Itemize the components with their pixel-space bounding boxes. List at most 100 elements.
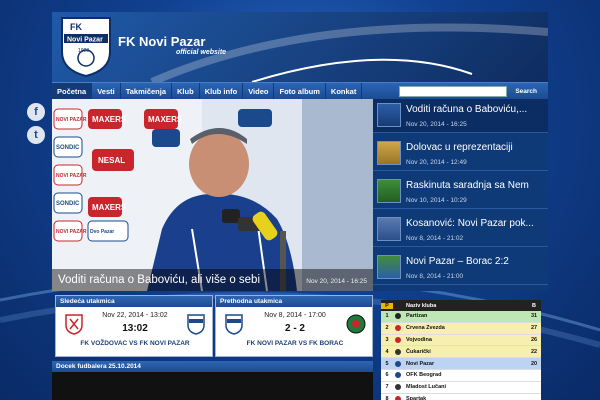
svg-text:NOVI PAZAR: NOVI PAZAR: [56, 173, 87, 179]
news-item[interactable]: Voditi računa o Baboviću,... Nov 20, 201…: [373, 99, 548, 133]
next-match-date: Nov 22, 2014 - 13:02: [102, 312, 168, 319]
news-title: Raskinuta saradnja sa Nem: [406, 180, 529, 191]
standings-row[interactable]: 5 Novi Pazar 20: [381, 358, 541, 370]
standings-position: 6: [385, 372, 389, 379]
standings-position: 3: [385, 336, 389, 343]
club-logo[interactable]: FK Novi Pazar 1928: [58, 14, 114, 78]
svg-text:NOVI PAZAR: NOVI PAZAR: [56, 229, 87, 235]
standings-row[interactable]: 1 Partizan 31: [381, 311, 541, 323]
news-item[interactable]: Kosanović: Novi Pazar pok... Nov 8, 2014…: [373, 213, 548, 247]
hero-title[interactable]: Voditi računa o Baboviću, ali više o seb…: [58, 274, 260, 286]
news-title: Novi Pazar – Borac 2:2: [406, 256, 509, 267]
standings-club-name: Crvena Zvezda: [406, 325, 445, 332]
standings-club-name: Novi Pazar: [406, 360, 435, 367]
nav-item-competitions[interactable]: Takmičenja: [121, 82, 173, 100]
hero-caption: Voditi računa o Baboviću, ali više o seb…: [52, 269, 373, 291]
club-crest-icon: [393, 348, 403, 355]
facebook-icon[interactable]: f: [27, 103, 45, 121]
standings-position: 8: [385, 395, 389, 400]
next-match-card[interactable]: Sledeća utakmica Nov 22, 2014 - 13:02 13…: [55, 295, 213, 357]
standings-points: 20: [530, 360, 538, 367]
nav-search: Search: [399, 85, 542, 97]
search-input[interactable]: [399, 85, 508, 97]
standings-club-name: Spartak: [406, 395, 427, 400]
standings-header: P Naziv kluba B: [381, 300, 541, 311]
standings-row[interactable]: 6 OFK Beograd: [381, 369, 541, 382]
standings-rows: 1 Partizan 31 2 Crvena Zvezda 27 3 Vojvodina 26 4…: [381, 311, 541, 400]
nav-item-photo-album[interactable]: Foto album: [274, 82, 326, 100]
page-container: FK Novi Pazar 1928 FK Novi Pazar officia…: [52, 12, 548, 400]
news-thumbnail: [377, 179, 401, 203]
standings-position: 4: [385, 348, 389, 355]
svg-text:NOVI PAZAR: NOVI PAZAR: [56, 117, 87, 123]
svg-text:Novi Pazar: Novi Pazar: [67, 37, 103, 44]
standings-position: 7: [385, 384, 389, 391]
standings-club-name: OFK Beograd: [406, 372, 442, 379]
standings-club-name: Partizan: [406, 313, 428, 320]
standings-position: 2: [385, 325, 389, 332]
standings-table: P Naziv kluba B 1 Partizan 31 2 Crvena Zvezd…: [381, 300, 541, 400]
news-item[interactable]: Novi Pazar – Borac 2:2 Nov 8, 2014 - 21:…: [373, 251, 548, 285]
nav-item-club-info[interactable]: Klub info: [200, 82, 244, 100]
next-match-teams: FK VOŽDOVAC VS FK NOVI PAZAR: [80, 340, 190, 347]
news-item[interactable]: Dolovac u reprezentaciji Nov 20, 2014 - …: [373, 137, 548, 171]
previous-match-card[interactable]: Prethodna utakmica Nov 8, 2014 - 17:00 2…: [215, 295, 373, 357]
previous-match-date: Nov 8, 2014 - 17:00: [264, 312, 326, 319]
standings-row[interactable]: 3 Vojvodina 26: [381, 334, 541, 347]
club-crest-icon: [393, 372, 403, 379]
site-subtitle: official website: [176, 49, 227, 56]
standings-club-name: Vojvodina: [406, 336, 432, 343]
news-date: Nov 20, 2014 - 12:49: [406, 159, 467, 166]
standings-position: 1: [385, 313, 389, 320]
video-title: Docek fudbalera 25.10.2014: [52, 361, 373, 372]
standings-points: 27: [530, 325, 538, 332]
svg-text:Dvo Pazar: Dvo Pazar: [90, 229, 114, 235]
news-thumbnail: [377, 217, 401, 241]
club-crest-icon: [393, 360, 403, 367]
main-nav: Početna Vesti Takmičenja Klub Klub info …: [52, 82, 548, 100]
svg-text:1928: 1928: [78, 48, 89, 54]
twitter-icon[interactable]: t: [27, 126, 45, 144]
hero-slider[interactable]: NOVI PAZAR MAXERS SONDIC NESAL NOVI PAZA…: [52, 99, 373, 291]
search-button[interactable]: Search: [510, 88, 542, 95]
svg-text:FK: FK: [70, 22, 82, 32]
nav-item-club[interactable]: Klub: [172, 82, 200, 100]
svg-text:MAXERS: MAXERS: [92, 115, 127, 124]
news-thumbnail: [377, 141, 401, 165]
news-date: Nov 10, 2014 - 10:29: [406, 197, 467, 204]
news-list: Voditi računa o Baboviću,... Nov 20, 201…: [373, 99, 548, 291]
club-crest-icon: [393, 336, 403, 343]
svg-text:NESAL: NESAL: [98, 156, 125, 165]
standings-points: 26: [530, 336, 538, 343]
standings-points: 31: [530, 313, 538, 320]
nav-item-video[interactable]: Video: [243, 82, 275, 100]
hero-date: Nov 20, 2014 - 16:25: [306, 278, 367, 285]
news-date: Nov 20, 2014 - 16:25: [406, 121, 467, 128]
standings-club-name: Čukarički: [406, 348, 431, 355]
video-widget[interactable]: Docek fudbalera 25.10.2014: [52, 361, 373, 400]
svg-text:SONDIC: SONDIC: [56, 145, 80, 151]
standings-row[interactable]: 7 Mladost Lučani: [381, 381, 541, 394]
news-title: Voditi računa o Baboviću,...: [406, 104, 528, 115]
club-crest-icon: [393, 384, 403, 391]
standings-position: 5: [385, 360, 389, 367]
site-title: FK Novi Pazar: [118, 34, 206, 49]
news-item[interactable]: Raskinuta saradnja sa Nem Nov 10, 2014 -…: [373, 175, 548, 209]
svg-text:SONDIC: SONDIC: [56, 201, 80, 207]
standings-row[interactable]: 4 Čukarički 22: [381, 346, 541, 359]
standings-row[interactable]: 8 Spartak: [381, 393, 541, 400]
nav-item-home[interactable]: Početna: [52, 82, 93, 100]
nav-item-contact[interactable]: Konkat: [326, 82, 363, 100]
standings-row[interactable]: 2 Crvena Zvezda 27: [381, 322, 541, 335]
next-match-header: Sledeća utakmica: [56, 296, 212, 307]
club-crest-icon: [393, 313, 403, 320]
club-crest-icon: [393, 395, 403, 400]
svg-text:MAXERS: MAXERS: [92, 203, 127, 212]
nav-item-news[interactable]: Vesti: [92, 82, 121, 100]
news-title: Dolovac u reprezentaciji: [406, 142, 513, 153]
header-club-name: Naziv kluba: [406, 302, 437, 309]
standings-points: 22: [530, 348, 538, 355]
header-points: B: [532, 302, 536, 309]
news-date: Nov 8, 2014 - 21:02: [406, 235, 464, 242]
news-thumbnail: [377, 103, 401, 127]
